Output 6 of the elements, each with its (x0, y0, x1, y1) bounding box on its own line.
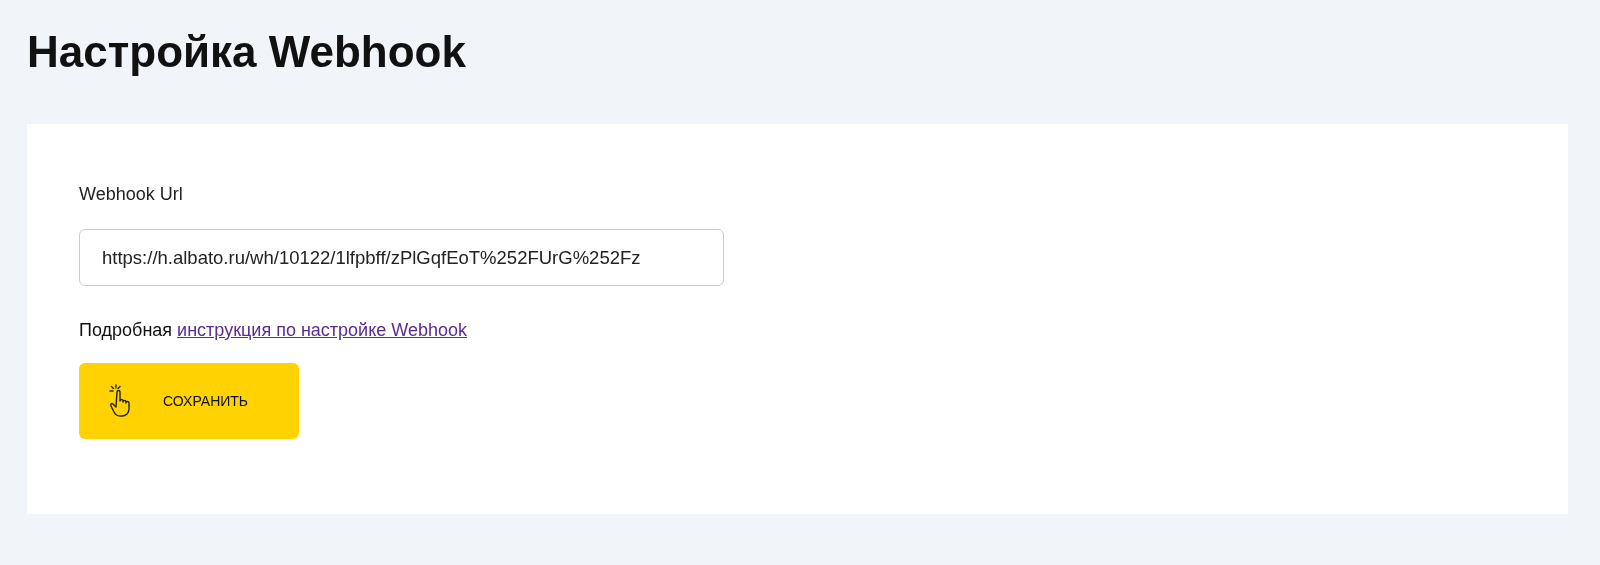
url-field[interactable]: https://h.albato.ru/wh/10122/1lfpbff/zPlGqfEoT%252FUrG%252Fz (79, 229, 724, 286)
field-label: Webhook Url (79, 184, 184, 205)
page-title: Настройка Webhook (27, 26, 467, 78)
instruction-link[interactable]: инструкция по настройке Webhook (177, 320, 467, 340)
help-text: Подробная инструкция по настройке Webhook (79, 320, 468, 341)
save-button[interactable]: СОХРАНИТЬ (79, 363, 299, 439)
